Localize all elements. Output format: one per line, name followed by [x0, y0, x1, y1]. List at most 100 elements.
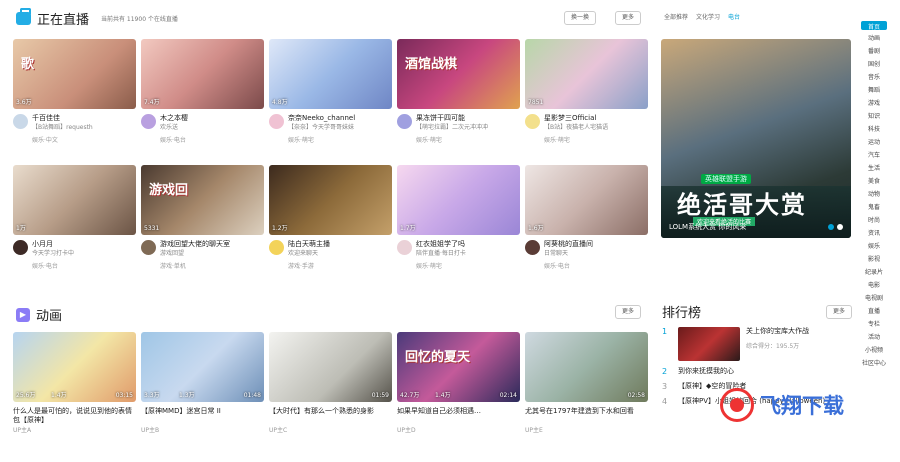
stream-title[interactable]: 日常聊天	[544, 249, 593, 258]
video-title[interactable]: 如果早知道自己必须相遇…	[397, 407, 520, 425]
avatar[interactable]	[13, 240, 28, 255]
video-card[interactable]: 3.3万 1.3万 01:48 【原神MMD】迷宫日常 II UP主B	[141, 332, 264, 462]
avatar[interactable]	[13, 114, 28, 129]
live-thumbnail[interactable]: 1.6万	[525, 165, 648, 235]
sidebar-item[interactable]: 动物	[868, 190, 880, 199]
streamer-name[interactable]: 果冻饼干四可能	[416, 114, 488, 123]
sidebar-item[interactable]: 生活	[868, 164, 880, 173]
video-title[interactable]: 尤其号在1797年建造到下水和回看	[525, 407, 648, 425]
anime-more-button[interactable]: 更多	[615, 305, 642, 319]
ranking-more-button[interactable]: 更多	[825, 304, 852, 319]
video-card[interactable]: 25.6万 1.4万 03:15 什么人是最可怕的，说说见到他的表情包【原神】 …	[13, 332, 136, 462]
streamer-name[interactable]: 木之本樱	[160, 114, 188, 123]
video-thumbnail[interactable]: 回忆的夏天 42.7万 1.4万 02:14	[397, 332, 520, 402]
avatar[interactable]	[397, 114, 412, 129]
uploader-name[interactable]: UP主D	[397, 425, 520, 434]
sidebar-item[interactable]: 番剧	[868, 47, 880, 56]
sidebar-item[interactable]: 汽车	[868, 151, 880, 160]
refresh-button[interactable]: 换一换	[564, 11, 597, 25]
live-thumbnail[interactable]: 游戏回 5331	[141, 165, 264, 235]
uploader-name[interactable]: UP主C	[269, 425, 392, 434]
sidebar-item[interactable]: 纪录片	[865, 268, 883, 277]
sidebar-item[interactable]: 科技	[868, 125, 880, 134]
stream-title[interactable]: 陪伴直播·每日打卡	[416, 249, 466, 258]
avatar[interactable]	[141, 114, 156, 129]
live-card[interactable]: 1.2万 陆白天萌主播 欢迎来聊天 游戏·手游	[269, 165, 392, 297]
video-title[interactable]: 【原神MMD】迷宫日常 II	[141, 407, 264, 425]
sidebar-item[interactable]: 资讯	[868, 229, 880, 238]
sidebar-item[interactable]: 活动	[868, 333, 880, 342]
video-card[interactable]: 01:59 【大时代】有那么一个熟悉的身影 UP主C	[269, 332, 392, 462]
video-title[interactable]: 【大时代】有那么一个熟悉的身影	[269, 407, 392, 425]
live-card[interactable]: 7.4万 木之本樱 欢乐送 娱乐·电台	[141, 39, 264, 165]
live-card[interactable]: 7851 星影梦三Official 【B站】夜猫老人宅猫语 娱乐·萌宅	[525, 39, 648, 165]
tab-radio[interactable]: 电台	[728, 12, 740, 21]
stream-title[interactable]: 【萌宅拉霸】二次元冲冲冲	[416, 123, 488, 132]
avatar[interactable]	[525, 240, 540, 255]
sidebar-item[interactable]: 美食	[868, 177, 880, 186]
sidebar-item[interactable]: 动画	[868, 34, 880, 43]
category-tag[interactable]: 游戏·手游	[288, 261, 392, 270]
video-thumbnail[interactable]: 02:58	[525, 332, 648, 402]
live-thumbnail[interactable]: 歌 3.6万	[13, 39, 136, 109]
stream-title[interactable]: 欢乐送	[160, 123, 188, 132]
streamer-name[interactable]: 奈奈Neeko_channel	[288, 114, 355, 123]
sidebar-item[interactable]: 直播	[868, 307, 880, 316]
category-tag[interactable]: 游戏·单机	[160, 261, 264, 270]
sidebar-item[interactable]: 舞蹈	[868, 86, 880, 95]
streamer-name[interactable]: 阿葵桃的直播间	[544, 240, 593, 249]
avatar[interactable]	[269, 240, 284, 255]
sidebar-item[interactable]: 游戏	[868, 99, 880, 108]
uploader-name[interactable]: UP主B	[141, 425, 264, 434]
category-tag[interactable]: 娱乐·电台	[160, 135, 264, 144]
category-tag[interactable]: 娱乐·萌宅	[544, 135, 648, 144]
video-thumbnail[interactable]: 3.3万 1.3万 01:48	[141, 332, 264, 402]
live-card[interactable]: 1.6万 阿葵桃的直播间 日常聊天 娱乐·电台	[525, 165, 648, 297]
streamer-name[interactable]: 陆白天萌主播	[288, 240, 330, 249]
live-thumbnail[interactable]: 1.7万	[397, 165, 520, 235]
live-card[interactable]: 4.8万 奈奈Neeko_channel 【奈奈】今天学哥哥妹妹 娱乐·萌宅	[269, 39, 392, 165]
sidebar-item[interactable]: 小视频	[865, 346, 883, 355]
live-card[interactable]: 1万 小月月 今天学习打卡中 娱乐·电台	[13, 165, 136, 297]
video-card[interactable]: 回忆的夏天 42.7万 1.4万 02:14 如果早知道自己必须相遇… UP主D	[397, 332, 520, 462]
sidebar-item[interactable]: 社区中心	[862, 359, 886, 368]
banner-dot[interactable]	[837, 224, 843, 230]
stream-title[interactable]: 游戏回望	[160, 249, 230, 258]
rank-title[interactable]: 关上你的宝库大作战	[746, 327, 809, 336]
rank-thumbnail[interactable]	[678, 327, 740, 361]
streamer-name[interactable]: 红衣姐姐学了吗	[416, 240, 466, 249]
category-tag[interactable]: 娱乐·萌宅	[288, 135, 392, 144]
stream-title[interactable]: 今天学习打卡中	[32, 249, 74, 258]
ranking-item[interactable]: 1 关上你的宝库大作战 综合得分：195.5万	[662, 327, 852, 361]
live-thumbnail[interactable]: 4.8万	[269, 39, 392, 109]
banner-dot[interactable]	[828, 224, 834, 230]
live-thumbnail[interactable]: 7.4万	[141, 39, 264, 109]
streamer-name[interactable]: 小月月	[32, 240, 74, 249]
sidebar-item[interactable]: 首页	[861, 21, 887, 31]
live-card[interactable]: 游戏回 5331 游戏回望大佬的聊天室 游戏回望 游戏·单机	[141, 165, 264, 297]
live-thumbnail[interactable]: 7851	[525, 39, 648, 109]
avatar[interactable]	[397, 240, 412, 255]
live-thumbnail[interactable]: 1.2万	[269, 165, 392, 235]
uploader-name[interactable]: UP主E	[525, 425, 648, 434]
stream-title[interactable]: 【B站】夜猫老人宅猫语	[544, 123, 608, 132]
uploader-name[interactable]: UP主A	[13, 425, 136, 434]
avatar[interactable]	[525, 114, 540, 129]
live-card[interactable]: 酒馆战棋 果冻饼干四可能 【萌宅拉霸】二次元冲冲冲 娱乐·萌宅	[397, 39, 520, 165]
sidebar-item[interactable]: 电视剧	[865, 294, 883, 303]
video-thumbnail[interactable]: 01:59	[269, 332, 392, 402]
sidebar-item[interactable]: 电影	[868, 281, 880, 290]
stream-title[interactable]: 【奈奈】今天学哥哥妹妹	[288, 123, 355, 132]
video-thumbnail[interactable]: 25.6万 1.4万 03:15	[13, 332, 136, 402]
stream-title[interactable]: 【B站舞蹈】requesth	[32, 123, 93, 132]
sidebar-item[interactable]: 运动	[868, 138, 880, 147]
streamer-name[interactable]: 星影梦三Official	[544, 114, 608, 123]
stream-title[interactable]: 欢迎来聊天	[288, 249, 330, 258]
video-title[interactable]: 什么人是最可怕的，说说见到他的表情包【原神】	[13, 407, 136, 425]
category-tag[interactable]: 娱乐·电台	[32, 261, 136, 270]
live-card[interactable]: 1.7万 红衣姐姐学了吗 陪伴直播·每日打卡 娱乐·萌宅	[397, 165, 520, 297]
streamer-name[interactable]: 游戏回望大佬的聊天室	[160, 240, 230, 249]
live-banner[interactable]: 英雄联盟手游 绝活哥大赏 欢迎来看绝活的比赛 LOLM系统大赏 你的风采	[661, 39, 851, 238]
category-tag[interactable]: 娱乐·电台	[544, 261, 648, 270]
live-thumbnail[interactable]: 酒馆战棋	[397, 39, 520, 109]
